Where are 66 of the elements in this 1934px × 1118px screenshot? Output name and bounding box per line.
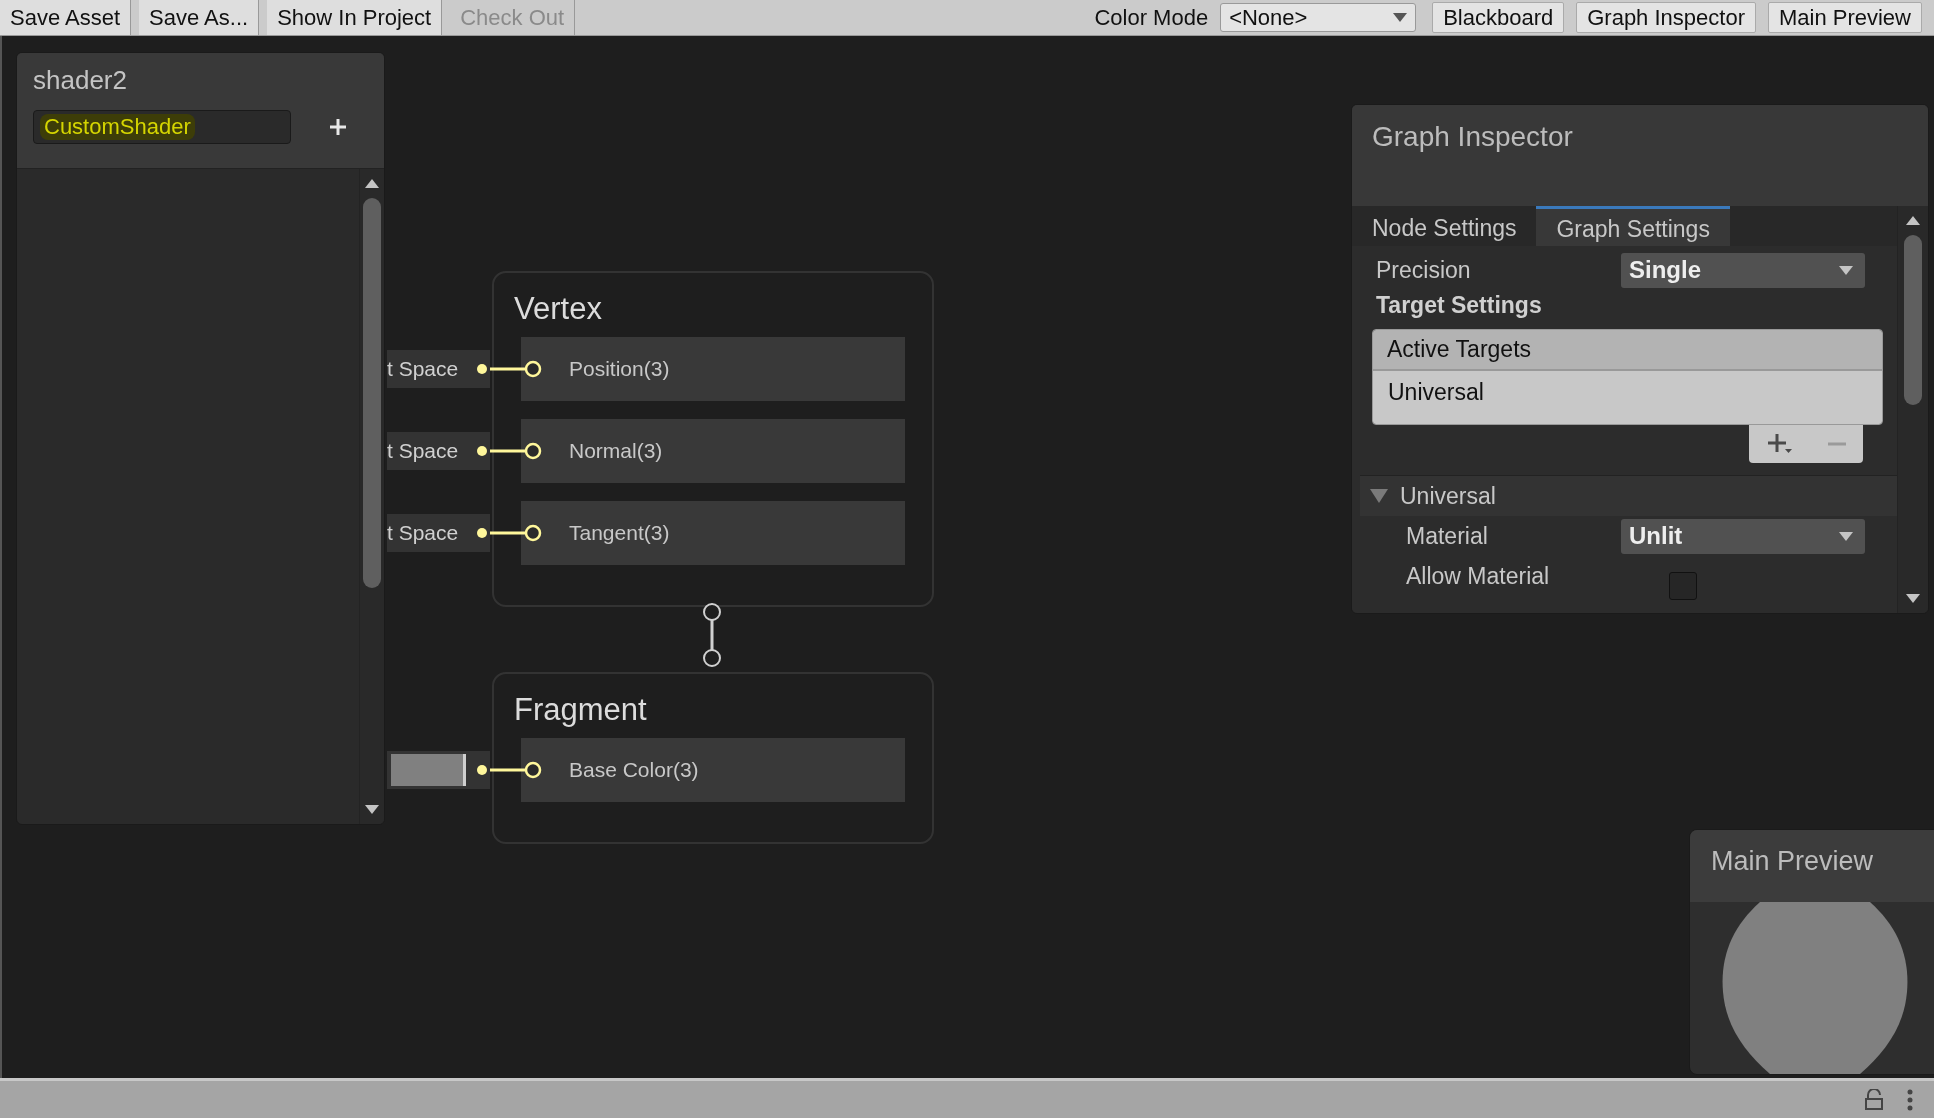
port-slot[interactable]: Base Color(3) <box>521 738 905 802</box>
scroll-thumb[interactable] <box>363 198 381 588</box>
precision-dropdown[interactable]: Single <box>1621 252 1865 288</box>
scrollbar[interactable] <box>359 169 384 824</box>
port-dot-icon <box>476 527 488 539</box>
scroll-up-icon[interactable] <box>1906 216 1920 225</box>
category-field[interactable]: CustomShader <box>33 110 291 144</box>
port-label: Base Color(3) <box>569 758 699 782</box>
port-slot[interactable]: Normal(3) <box>521 419 905 483</box>
checkbox[interactable] <box>1669 572 1697 600</box>
panel-toggle-button[interactable]: Graph Inspector <box>1576 2 1756 33</box>
foldout-header[interactable]: Universal <box>1360 475 1897 516</box>
space-label: t Space <box>387 521 460 545</box>
scroll-up-icon[interactable] <box>365 179 379 188</box>
material-dropdown[interactable]: Unlit <box>1621 518 1865 554</box>
port-input-stub[interactable]: t Space <box>387 350 490 388</box>
flow-connection[interactable] <box>700 603 724 668</box>
panel-title: Main Preview <box>1711 846 1874 876</box>
panel-title: Graph Inspector <box>1372 121 1573 152</box>
toolbar-button[interactable]: Save As... <box>139 0 260 35</box>
port-label: Position(3) <box>569 357 670 381</box>
inspector-tab[interactable]: Graph Settings <box>1536 206 1730 246</box>
panel-toggle-button[interactable]: Blackboard <box>1432 2 1565 33</box>
list-header: Active Targets <box>1373 330 1882 371</box>
inspector-tab[interactable]: Node Settings <box>1352 206 1537 246</box>
port-slot[interactable]: Tangent(3) <box>521 501 905 565</box>
panel-toggle-button[interactable]: Main Preview <box>1767 2 1922 33</box>
port-dot-icon <box>476 363 488 375</box>
space-label: t Space <box>387 439 460 463</box>
more-options-icon[interactable] <box>1906 1088 1914 1111</box>
scrollbar[interactable] <box>1897 206 1928 613</box>
port-dot-icon <box>476 764 488 776</box>
foldout-icon <box>1370 489 1388 503</box>
scroll-down-icon[interactable] <box>1906 594 1920 603</box>
blackboard-title: shader2 <box>33 65 128 96</box>
port-input-stub[interactable]: t Space <box>387 514 490 552</box>
port-dot-icon <box>476 445 488 457</box>
color-mode-dropdown[interactable]: <None> <box>1220 3 1417 32</box>
node-title: Vertex <box>513 290 603 328</box>
section-heading: Target Settings <box>1375 291 1543 320</box>
caret-icon <box>1839 531 1853 541</box>
field-label: Precision <box>1376 256 1472 284</box>
color-swatch[interactable] <box>391 754 466 786</box>
port-connector-icon <box>490 524 543 542</box>
scroll-thumb[interactable] <box>1904 235 1922 405</box>
port-slot[interactable]: Position(3) <box>521 337 905 401</box>
port-connector-icon <box>490 360 543 378</box>
caret-icon <box>1393 13 1408 22</box>
add-icon[interactable] <box>328 117 348 137</box>
caret-icon <box>1839 265 1853 275</box>
color-mode-label: Color Mode <box>1094 4 1209 31</box>
scroll-down-icon[interactable] <box>365 805 379 814</box>
port-connector-icon <box>490 442 543 460</box>
field-label: Material <box>1406 522 1489 550</box>
add-menu-icon[interactable] <box>1766 432 1793 456</box>
port-label: Tangent(3) <box>569 521 670 545</box>
field-label: Allow Material <box>1406 562 1551 590</box>
port-input-stub[interactable]: t Space <box>387 432 490 470</box>
port-connector-icon <box>490 761 543 779</box>
space-label: t Space <box>387 357 460 381</box>
toolbar-button[interactable]: Show In Project <box>267 0 443 35</box>
lock-icon[interactable] <box>1864 1088 1884 1111</box>
port-label: Normal(3) <box>569 439 663 463</box>
port-input-stub[interactable] <box>387 751 490 789</box>
toolbar-button[interactable]: Save Asset <box>0 0 132 35</box>
node-title: Fragment <box>513 691 648 729</box>
